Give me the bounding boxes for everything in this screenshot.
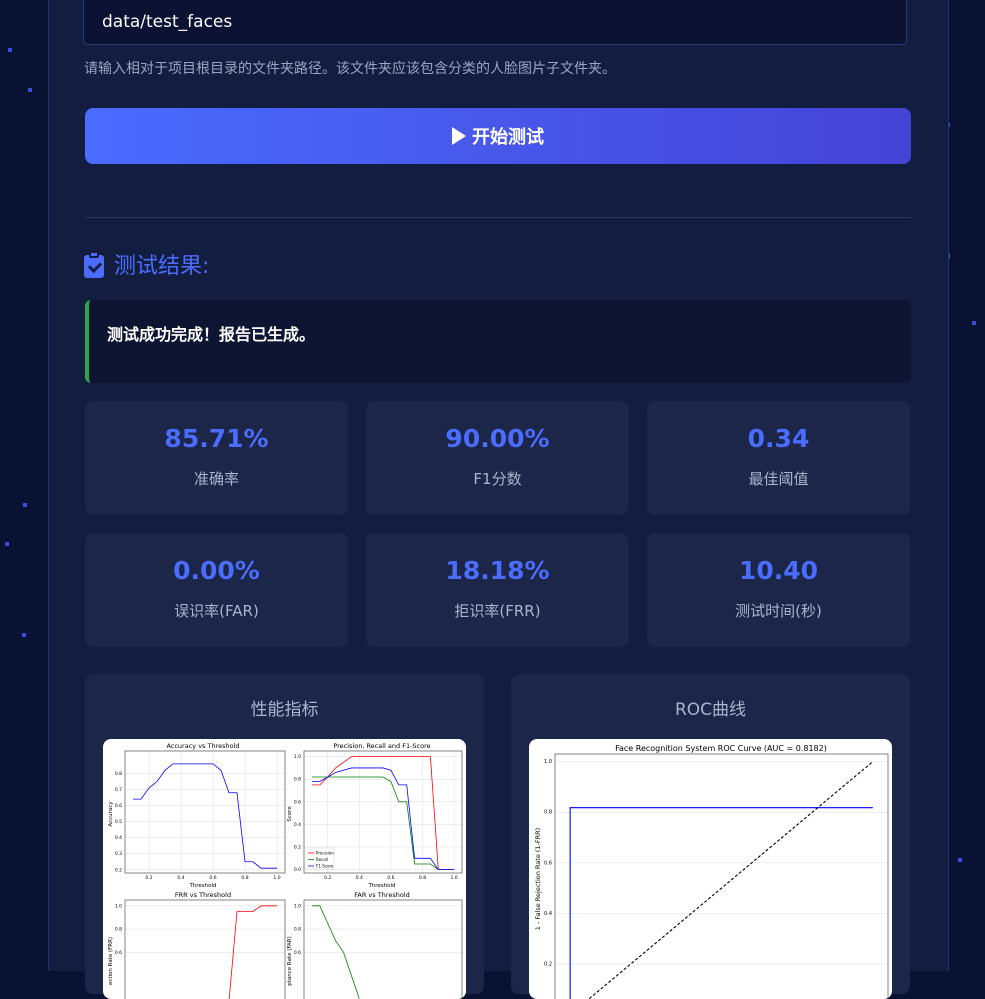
plot-frame <box>303 899 463 999</box>
tick-label: 1.0 <box>451 875 458 881</box>
axis-label-accuracy-x: Threshold <box>188 883 216 889</box>
legend-label: Recall <box>316 857 328 862</box>
tick-label: 0.6 <box>387 875 394 881</box>
tick-label: 0.4 <box>177 875 184 881</box>
metric-value: 0.00% <box>173 556 260 585</box>
tick-label: 0.8 <box>294 927 301 933</box>
tick-label: 0.7 <box>115 787 122 793</box>
tick-label: 0.2 <box>115 867 122 873</box>
start-test-label: 开始测试 <box>472 127 544 148</box>
metric-label: 准确率 <box>193 470 239 488</box>
roc-plot-title: Face Recognition System ROC Curve (AUC =… <box>615 744 827 753</box>
tick-label: 0.6 <box>209 875 216 881</box>
metric-value: 18.18% <box>445 556 550 585</box>
roc-chart-title: ROC曲线 <box>674 700 747 720</box>
background-dot <box>972 321 976 325</box>
roc-chart-svg: Face Recognition System ROC Curve (AUC =… <box>534 744 889 999</box>
background-dot <box>28 88 32 92</box>
tick-label: 0.8 <box>115 927 122 933</box>
metric-label: F1分数 <box>473 470 522 488</box>
tick-label: 0.8 <box>419 875 426 881</box>
tick-label: 0.6 <box>544 860 552 866</box>
folder-path-input[interactable] <box>83 0 907 45</box>
tick-label: 0.6 <box>294 950 301 956</box>
success-message: 测试成功完成！报告已生成。 <box>107 325 316 344</box>
plot-frame <box>124 899 286 999</box>
legend-label: F1-Score <box>316 864 334 869</box>
background-dot <box>23 503 27 507</box>
metric-value: 0.34 <box>747 424 810 453</box>
tick-label: 1.0 <box>294 754 301 760</box>
tick-label: 1.0 <box>115 903 122 909</box>
tick-label: 0.8 <box>241 875 248 881</box>
tick-label: 0.2 <box>145 875 152 881</box>
tick-label: 1.0 <box>544 759 552 765</box>
tick-label: 0.2 <box>324 875 331 881</box>
axis-label-prf-x: Threshold <box>367 883 395 889</box>
axis-label-accuracy-y: Accuracy <box>108 801 114 827</box>
series-line <box>569 807 873 999</box>
tick-label: 1.0 <box>273 875 280 881</box>
metric-card-frr: 18.18% 拒识率(FRR) <box>366 533 629 647</box>
results-title: 测试结果: <box>114 254 210 279</box>
performance-chart-svg: Accuracy vs Threshold Precision, Recall … <box>108 742 463 999</box>
tick-label: 0.2 <box>544 962 552 968</box>
axis-label-prf-y: Score <box>287 806 293 822</box>
performance-chart-title: 性能指标 <box>250 700 319 720</box>
results-heading: 测试结果: <box>84 248 209 280</box>
performance-chart-card: 性能指标 Accuracy vs Threshold Precision, Re… <box>85 674 484 999</box>
background-dot <box>958 858 962 862</box>
metric-card-test-time: 10.40 测试时间(秒) <box>647 533 910 647</box>
metric-label: 误识率(FAR) <box>174 602 259 620</box>
tick-label: 0.5 <box>115 819 122 825</box>
roc-axis-label-y: 1 - False Rejection Rate (1-FRR) <box>534 828 542 930</box>
tick-label: 0.0 <box>294 867 301 873</box>
background-dot <box>8 48 12 52</box>
folder-path-hint: 请输入相对于项目根目录的文件夹路径。该文件夹应该包含分类的人脸图片子文件夹。 <box>84 61 616 77</box>
plot-frame <box>554 753 889 999</box>
axis-label-far-y: ptance Rate (FAR) <box>287 936 293 986</box>
tick-label: 0.4 <box>115 835 122 841</box>
chart-title-prf: Precision, Recall and F1-Score <box>333 742 430 750</box>
chart-title-frr: FRR vs Threshold <box>175 891 231 899</box>
axis-label-frr-y: ection Rate (FRR) <box>108 937 114 985</box>
background-dot <box>5 542 9 546</box>
start-test-button[interactable]: 开始测试 <box>85 108 911 164</box>
metric-card-far: 0.00% 误识率(FAR) <box>85 533 348 647</box>
metric-value: 90.00% <box>445 424 550 453</box>
tick-label: 0.4 <box>544 911 552 917</box>
metric-value: 85.71% <box>164 424 269 453</box>
metric-label: 最佳阈值 <box>748 470 809 488</box>
chart-title-accuracy: Accuracy vs Threshold <box>166 742 239 750</box>
tick-label: 0.6 <box>115 950 122 956</box>
metric-card-best-threshold: 0.34 最佳阈值 <box>647 401 910 515</box>
roc-chart-card: ROC曲线 Face Recognition System ROC Curve … <box>511 674 910 999</box>
tick-label: 0.2 <box>294 845 301 851</box>
tick-label: 0.6 <box>115 803 122 809</box>
performance-chart-image: Accuracy vs Threshold Precision, Recall … <box>103 739 466 999</box>
metric-label: 拒识率(FRR) <box>454 602 541 620</box>
tick-label: 0.6 <box>294 799 301 805</box>
tick-label: 0.4 <box>294 822 301 828</box>
clipboard-check-icon <box>84 250 104 278</box>
series-line <box>588 761 874 999</box>
tick-label: 0.4 <box>356 875 363 881</box>
section-divider <box>85 217 911 218</box>
tick-label: 1.0 <box>294 903 301 909</box>
tick-label: 0.8 <box>294 777 301 783</box>
metric-label: 测试时间(秒) <box>735 602 822 620</box>
tick-label: 0.8 <box>115 771 122 777</box>
tick-label: 0.8 <box>544 810 552 816</box>
play-icon <box>452 127 466 145</box>
metric-card-f1: 90.00% F1分数 <box>366 401 629 515</box>
legend-label: Precision <box>316 851 334 856</box>
success-alert: 测试成功完成！报告已生成。 <box>85 300 911 383</box>
chart-title-far: FAR vs Threshold <box>354 891 410 899</box>
tick-label: 0.3 <box>115 851 122 857</box>
metric-value: 10.40 <box>738 556 819 585</box>
metric-card-accuracy: 85.71% 准确率 <box>85 401 348 515</box>
background-dot <box>22 633 26 637</box>
roc-chart-image: Face Recognition System ROC Curve (AUC =… <box>529 739 892 999</box>
series-line <box>133 763 277 869</box>
